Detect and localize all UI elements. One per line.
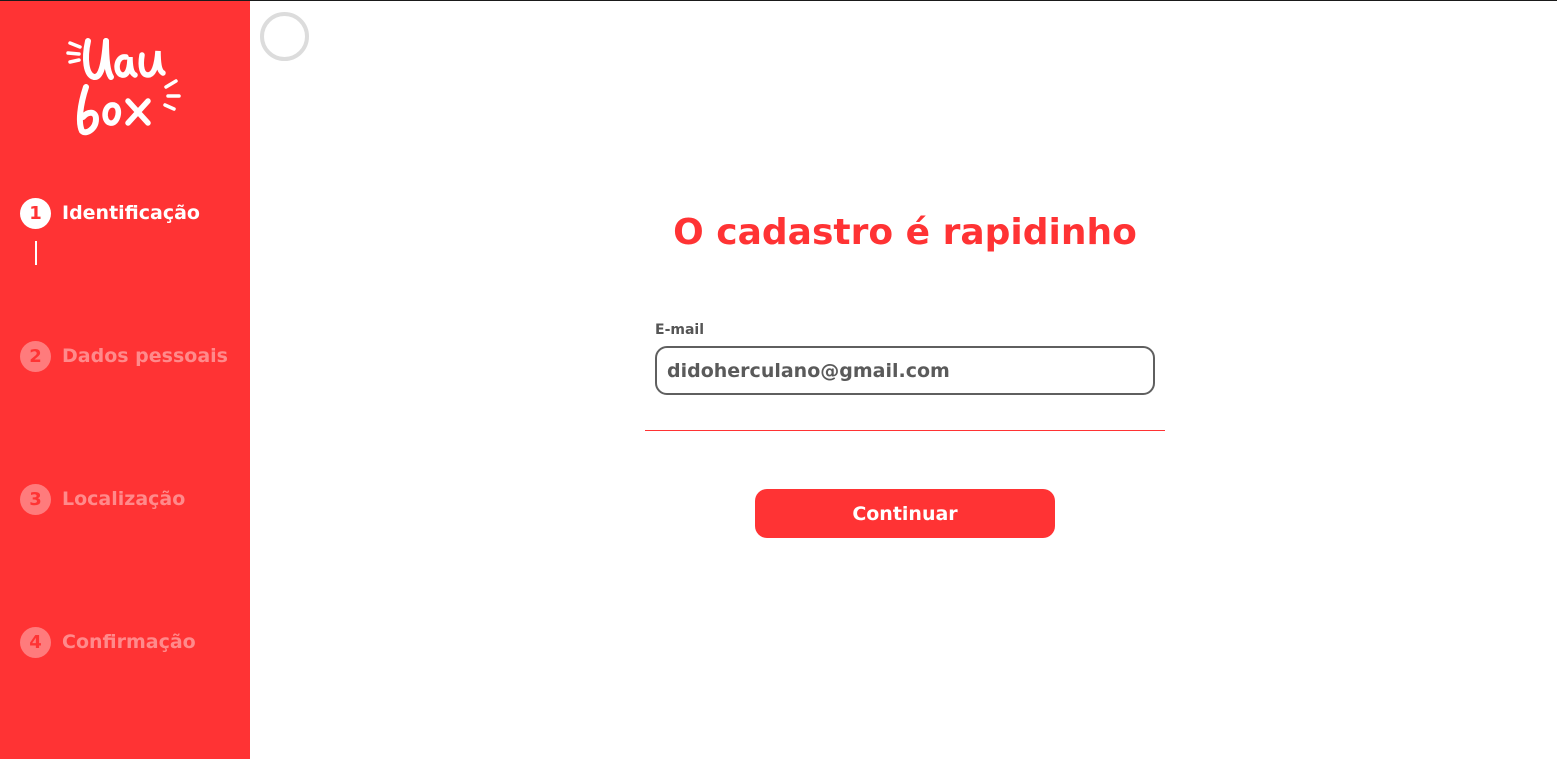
loading-spinner-icon <box>260 12 309 61</box>
uaubox-logo <box>66 38 181 136</box>
step-number-badge: 4 <box>20 626 51 658</box>
sidebar: 1 Identificação 2 Dados pessoais 3 Local… <box>0 1 250 759</box>
email-label: E-mail <box>655 322 705 338</box>
step-label: Localização <box>62 488 186 510</box>
step-localizacao: 3 Localização <box>20 483 185 515</box>
step-identificacao: 1 Identificação <box>20 197 200 229</box>
step-confirmacao: 4 Confirmação <box>20 626 196 658</box>
step-label: Identificação <box>62 202 200 224</box>
page-title: O cadastro é rapidinho <box>673 212 1137 253</box>
step-number-badge: 3 <box>20 483 51 515</box>
step-connector-line <box>35 241 37 265</box>
email-field[interactable] <box>655 346 1155 395</box>
continue-button[interactable]: Continuar <box>755 489 1055 538</box>
step-dados-pessoais: 2 Dados pessoais <box>20 340 228 372</box>
step-label: Dados pessoais <box>62 345 228 367</box>
step-number-badge: 2 <box>20 340 51 372</box>
step-label: Confirmação <box>62 631 196 653</box>
divider <box>645 430 1165 431</box>
step-number-badge: 1 <box>20 197 51 229</box>
